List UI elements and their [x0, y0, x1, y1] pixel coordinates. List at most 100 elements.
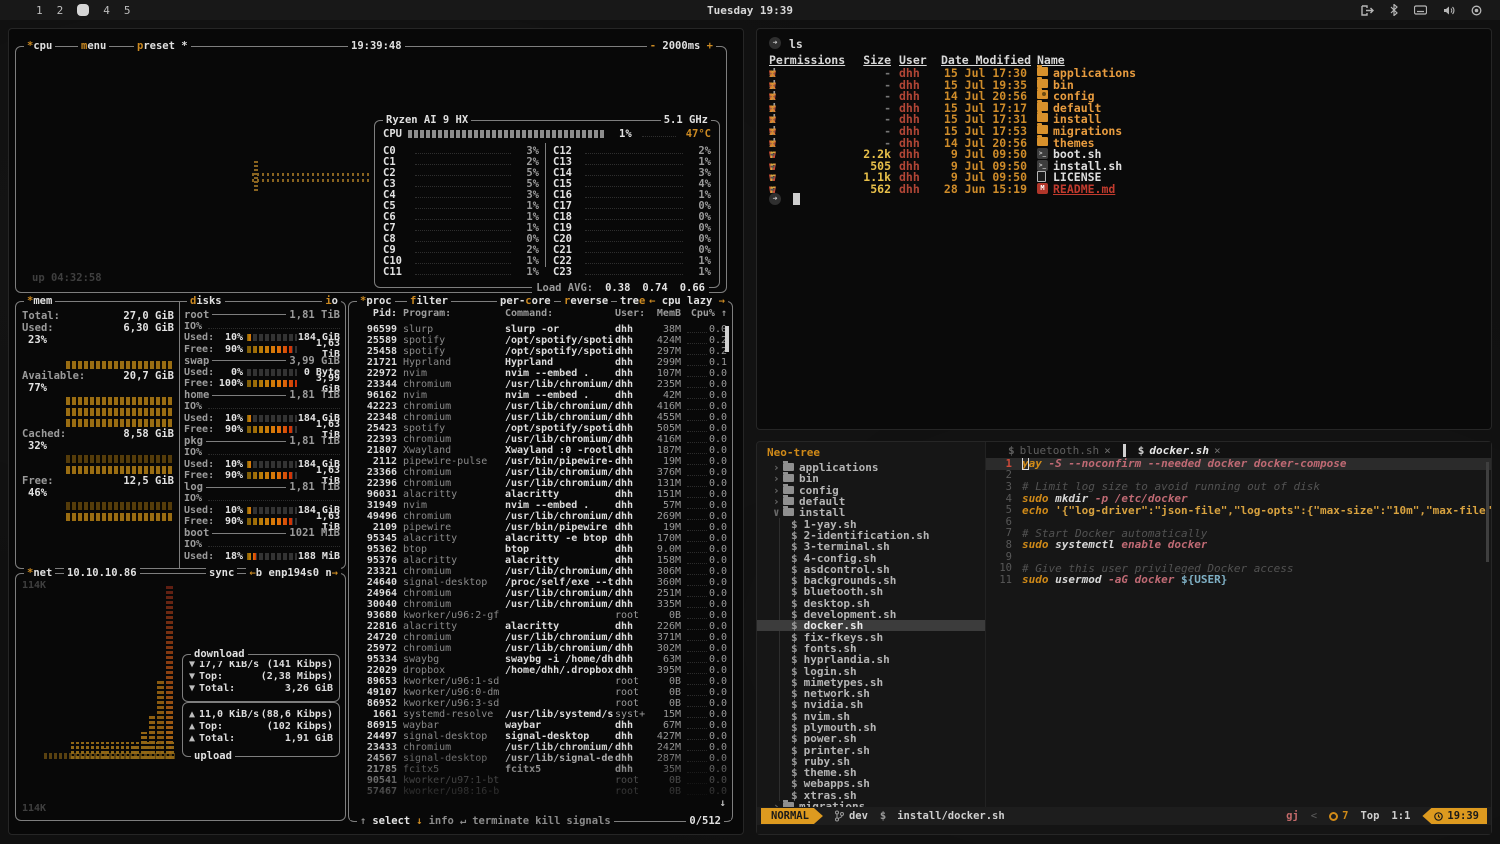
proc-scroll-down-icon[interactable]: ↓: [720, 797, 726, 809]
process-row[interactable]: 24640signal-desktop/proc/self/exe --tdhh…: [349, 577, 732, 588]
process-row[interactable]: 95376alacrittyalacrittydhh158M0.0: [349, 555, 732, 566]
editor-scrollbar[interactable]: [1486, 462, 1489, 562]
process-row[interactable]: 95362btopbtopdhh9.0M0.0: [349, 544, 732, 555]
proc-reverse-toggle[interactable]: reverse: [561, 295, 611, 308]
process-row[interactable]: 2112pipewire-pulse/usr/bin/pipewire-dhh1…: [349, 456, 732, 467]
net-box-title[interactable]: *net: [24, 567, 55, 580]
process-row[interactable]: 2109pipewire/usr/bin/pipewiredhh19M0.0: [349, 522, 732, 533]
proc-percore-toggle[interactable]: per-core: [497, 295, 554, 308]
net-stat-row: ▲11,0 KiB/s(88,6 Kibps): [189, 708, 333, 720]
proc-program: chromium: [403, 566, 503, 577]
line-number: 8: [986, 539, 1012, 551]
proc-tree-toggle[interactable]: tree: [617, 295, 648, 308]
close-icon[interactable]: ×: [1214, 444, 1221, 457]
process-row[interactable]: 22029dropbox/home/dhh/.dropboxdhh395M0.0: [349, 665, 732, 676]
tab-docker.sh[interactable]: $docker.sh×: [1128, 442, 1231, 458]
process-row[interactable]: 21721HyprlandHyprlanddhh299M0.1: [349, 357, 732, 368]
process-row[interactable]: 31949nvimnvim --embed .dhh57M0.0: [349, 500, 732, 511]
preset-button[interactable]: preset *: [134, 40, 191, 53]
process-row[interactable]: 89653kworker/u96:1-sdroot0B0.0: [349, 676, 732, 687]
cpu-core-row: C154%: [553, 178, 711, 189]
proc-scrollbar[interactable]: [725, 326, 729, 352]
proc-mem: 158M: [641, 555, 681, 566]
update-interval[interactable]: - 2000ms +: [647, 40, 716, 53]
process-row[interactable]: 25423spotify/opt/spotify/spotidhh505M0.0: [349, 423, 732, 434]
process-row[interactable]: 30040chromium/usr/lib/chromium/dhh335M0.…: [349, 599, 732, 610]
proc-program: spotify: [403, 423, 503, 434]
process-row[interactable]: 24964chromium/usr/lib/chromium/dhh251M0.…: [349, 588, 732, 599]
process-row[interactable]: 95345alacrittyalacritty -e btopdhh170M0.…: [349, 533, 732, 544]
proc-program: pipewire-pulse: [403, 456, 503, 467]
keyboard-icon[interactable]: [1414, 5, 1427, 15]
process-row[interactable]: 95334swaybgswaybg -i /home/dhdhh63M0.0: [349, 654, 732, 665]
cpu-box-title[interactable]: *cpu: [24, 40, 55, 53]
mem-graph: [66, 361, 172, 369]
process-row[interactable]: 96162nvimnvim --embed .dhh42M0.0: [349, 390, 732, 401]
process-row[interactable]: 24720chromium/usr/lib/chromium/dhh371M0.…: [349, 632, 732, 643]
process-row[interactable]: 96599slurpslurp -ordhh38M0.0: [349, 324, 732, 335]
volume-icon[interactable]: [1443, 5, 1455, 16]
process-row[interactable]: 23366chromium/usr/lib/chromium/dhh376M0.…: [349, 467, 732, 478]
process-row[interactable]: 22348chromium/usr/lib/chromium/dhh455M0.…: [349, 412, 732, 423]
process-row[interactable]: 1661systemd-resolve/usr/lib/systemd/ssys…: [349, 709, 732, 720]
proc-sort-mode[interactable]: ← cpu lazy →: [646, 295, 728, 308]
net-interface[interactable]: ←b enp194s0 n→: [246, 567, 341, 580]
process-row[interactable]: 22396chromium/usr/lib/chromium/dhh131M0.…: [349, 478, 732, 489]
process-row[interactable]: 22816alacrittyalacrittydhh226M0.0: [349, 621, 732, 632]
record-icon[interactable]: [1471, 5, 1482, 16]
process-row[interactable]: 23321chromium/usr/lib/chromium/dhh306M0.…: [349, 566, 732, 577]
process-list[interactable]: 96599slurpslurp -ordhh38M0.025589spotify…: [349, 324, 732, 809]
proc-mem: 67M: [641, 720, 681, 731]
editor[interactable]: 1yay -S --noconfirm --needed docker dock…: [986, 458, 1491, 807]
proc-mem: 251M: [641, 588, 681, 599]
terminal-window[interactable]: ➜ ls Permissions Size User Date Modified…: [756, 28, 1492, 430]
tab-bluetooth.sh[interactable]: $bluetooth.sh×: [998, 442, 1121, 458]
process-row[interactable]: 93680kworker/u96:2-gfroot0B0.0: [349, 610, 732, 621]
core-graph: [415, 214, 511, 220]
btop-window[interactable]: *cpu menu preset * 19:39:48 - 2000ms + u…: [8, 28, 744, 835]
disk-usage-meter: [247, 507, 297, 514]
process-row[interactable]: 96031alacrittyalacrittydhh151M0.0: [349, 489, 732, 500]
proc-program: chromium: [403, 401, 503, 412]
process-row[interactable]: 90541kworker/u97:1-btroot0B0.0: [349, 775, 732, 786]
disk-usage-meter: [247, 369, 297, 376]
process-row[interactable]: 25972chromium/usr/lib/chromium/dhh302M0.…: [349, 643, 732, 654]
cpu-core-row: C143%: [553, 167, 711, 178]
proc-command: /usr/lib/chromium/: [505, 632, 613, 643]
command-line[interactable]: [757, 825, 1491, 834]
markdown-icon: M: [1037, 183, 1048, 194]
process-row[interactable]: 22393chromium/usr/lib/chromium/dhh416M0.…: [349, 434, 732, 445]
topbar: 1245 Tuesday 19:39: [0, 0, 1500, 20]
process-row[interactable]: 57467kworker/u98:16-broot0B0.0: [349, 786, 732, 797]
process-row[interactable]: 49107kworker/u96:0-dmroot0B0.0: [349, 687, 732, 698]
proc-filter-button[interactable]: filter: [407, 295, 451, 308]
process-row[interactable]: 25458spotify/opt/spotify/spotidhh297M0.2: [349, 346, 732, 357]
process-row[interactable]: 49496chromium/usr/lib/chromium/dhh269M0.…: [349, 511, 732, 522]
proc-box-title[interactable]: *proc: [357, 295, 395, 308]
process-row[interactable]: 21807XwaylandXwayland :0 -rootldhh187M0.…: [349, 445, 732, 456]
process-row[interactable]: 24497signal-desktopsignal-desktopdhh427M…: [349, 731, 732, 742]
mem-box-title[interactable]: *mem: [24, 295, 55, 308]
folder-icon: [1037, 79, 1048, 88]
process-row[interactable]: 23433chromium/usr/lib/chromium/dhh242M0.…: [349, 742, 732, 753]
cpu-core-row: C231%: [553, 266, 711, 277]
menu-button[interactable]: menu: [78, 40, 109, 53]
bluetooth-icon[interactable]: [1390, 4, 1398, 16]
process-row[interactable]: 86915waybarwaybardhh67M0.0: [349, 720, 732, 731]
process-row[interactable]: 23344chromium/usr/lib/chromium/dhh235M0.…: [349, 379, 732, 390]
code-text: sudo systemctl enable docker: [1022, 539, 1207, 551]
process-row[interactable]: 42223chromium/usr/lib/chromium/dhh416M0.…: [349, 401, 732, 412]
proc-command: /usr/lib/systemd/s: [505, 709, 613, 720]
process-row[interactable]: 24567signal-desktop/usr/lib/signal-dedhh…: [349, 753, 732, 764]
process-row[interactable]: 21785fcitx5fcitx5dhh35M0.0: [349, 764, 732, 775]
process-row[interactable]: 86952kworker/u96:3-sdroot0B0.0: [349, 698, 732, 709]
close-icon[interactable]: ×: [1104, 444, 1111, 457]
file-row: .rw-r--r--505dhh9 Jul 09:50>_install.sh: [769, 159, 1481, 170]
process-row[interactable]: 22972nvimnvim --embed .dhh107M0.0: [349, 368, 732, 379]
nvim-window[interactable]: Neo-tree ›applications›bin›config›defaul…: [756, 441, 1492, 835]
logout-icon[interactable]: [1361, 5, 1374, 16]
disk-usage-percent: 10%: [216, 505, 243, 516]
btop-clock: 19:39:48: [348, 40, 405, 53]
process-row[interactable]: 25589spotify/opt/spotify/spotidhh424M0.2: [349, 335, 732, 346]
net-sync-toggle[interactable]: sync: [206, 567, 237, 580]
